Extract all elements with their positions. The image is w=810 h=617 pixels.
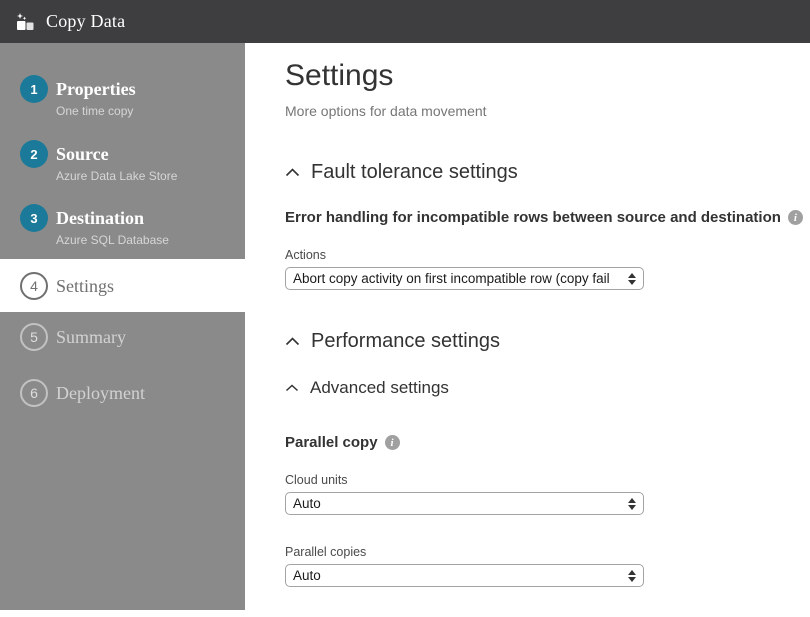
updown-stepper-icon <box>628 273 636 285</box>
cloud-units-label: Cloud units <box>285 473 810 487</box>
parallel-copies-label: Parallel copies <box>285 545 810 559</box>
wizard-steps-sidebar: 1 Properties One time copy 2 Source Azur… <box>0 43 245 610</box>
step-number-badge: 3 <box>20 204 48 232</box>
step-subtitle: Azure SQL Database <box>56 233 169 247</box>
app-title: Copy Data <box>46 11 125 32</box>
step-title: Source <box>56 140 177 168</box>
actions-select[interactable]: Abort copy activity on first incompatibl… <box>285 267 644 290</box>
step-number-badge: 4 <box>20 272 48 300</box>
info-icon[interactable]: i <box>788 210 803 225</box>
settings-panel: Settings More options for data movement … <box>245 43 810 617</box>
page-title: Settings <box>285 59 810 93</box>
advanced-section-header[interactable]: Advanced settings <box>285 378 810 398</box>
error-handling-label: Error handling for incompatible rows bet… <box>285 209 781 226</box>
step-title: Summary <box>56 323 126 351</box>
actions-select-value: Abort copy activity on first incompatibl… <box>293 271 624 286</box>
section-title: Fault tolerance settings <box>311 161 518 184</box>
section-title: Performance settings <box>311 330 500 353</box>
error-handling-label-row: Error handling for incompatible rows bet… <box>285 209 810 226</box>
page-subtitle: More options for data movement <box>285 103 810 119</box>
fault-tolerance-section-header[interactable]: Fault tolerance settings <box>285 161 810 184</box>
info-icon[interactable]: i <box>385 435 400 450</box>
chevron-up-icon <box>285 337 300 346</box>
cloud-units-select[interactable]: Auto <box>285 492 644 515</box>
updown-stepper-icon <box>628 570 636 582</box>
step-number-badge: 5 <box>20 323 48 351</box>
sidebar-step-properties[interactable]: 1 Properties One time copy <box>0 75 245 118</box>
step-subtitle: One time copy <box>56 104 136 118</box>
parallel-copy-label: Parallel copy <box>285 434 378 451</box>
step-title: Destination <box>56 204 169 232</box>
step-subtitle: Azure Data Lake Store <box>56 169 177 183</box>
cloud-units-select-value: Auto <box>293 496 624 511</box>
step-title: Properties <box>56 75 136 103</box>
parallel-copy-label-row: Parallel copy i <box>285 434 810 451</box>
section-title: Advanced settings <box>310 378 449 398</box>
chevron-up-icon <box>285 384 299 392</box>
performance-section-header[interactable]: Performance settings <box>285 330 810 353</box>
parallel-copies-select[interactable]: Auto <box>285 564 644 587</box>
sidebar-step-source[interactable]: 2 Source Azure Data Lake Store <box>0 140 245 183</box>
titlebar: Copy Data <box>0 0 810 43</box>
chevron-up-icon <box>285 168 300 177</box>
step-number-badge: 6 <box>20 379 48 407</box>
step-title: Deployment <box>56 379 145 407</box>
updown-stepper-icon <box>628 498 636 510</box>
sidebar-step-deployment[interactable]: 6 Deployment <box>0 379 245 407</box>
step-number-badge: 1 <box>20 75 48 103</box>
parallel-copies-select-value: Auto <box>293 568 624 583</box>
sidebar-step-destination[interactable]: 3 Destination Azure SQL Database <box>0 204 245 247</box>
sidebar-step-summary[interactable]: 5 Summary <box>0 323 245 351</box>
sidebar-step-settings[interactable]: 4 Settings <box>0 259 245 312</box>
step-number-badge: 2 <box>20 140 48 168</box>
actions-label: Actions <box>285 248 810 262</box>
copy-data-sparkle-icon <box>12 9 38 35</box>
step-title: Settings <box>56 272 114 300</box>
